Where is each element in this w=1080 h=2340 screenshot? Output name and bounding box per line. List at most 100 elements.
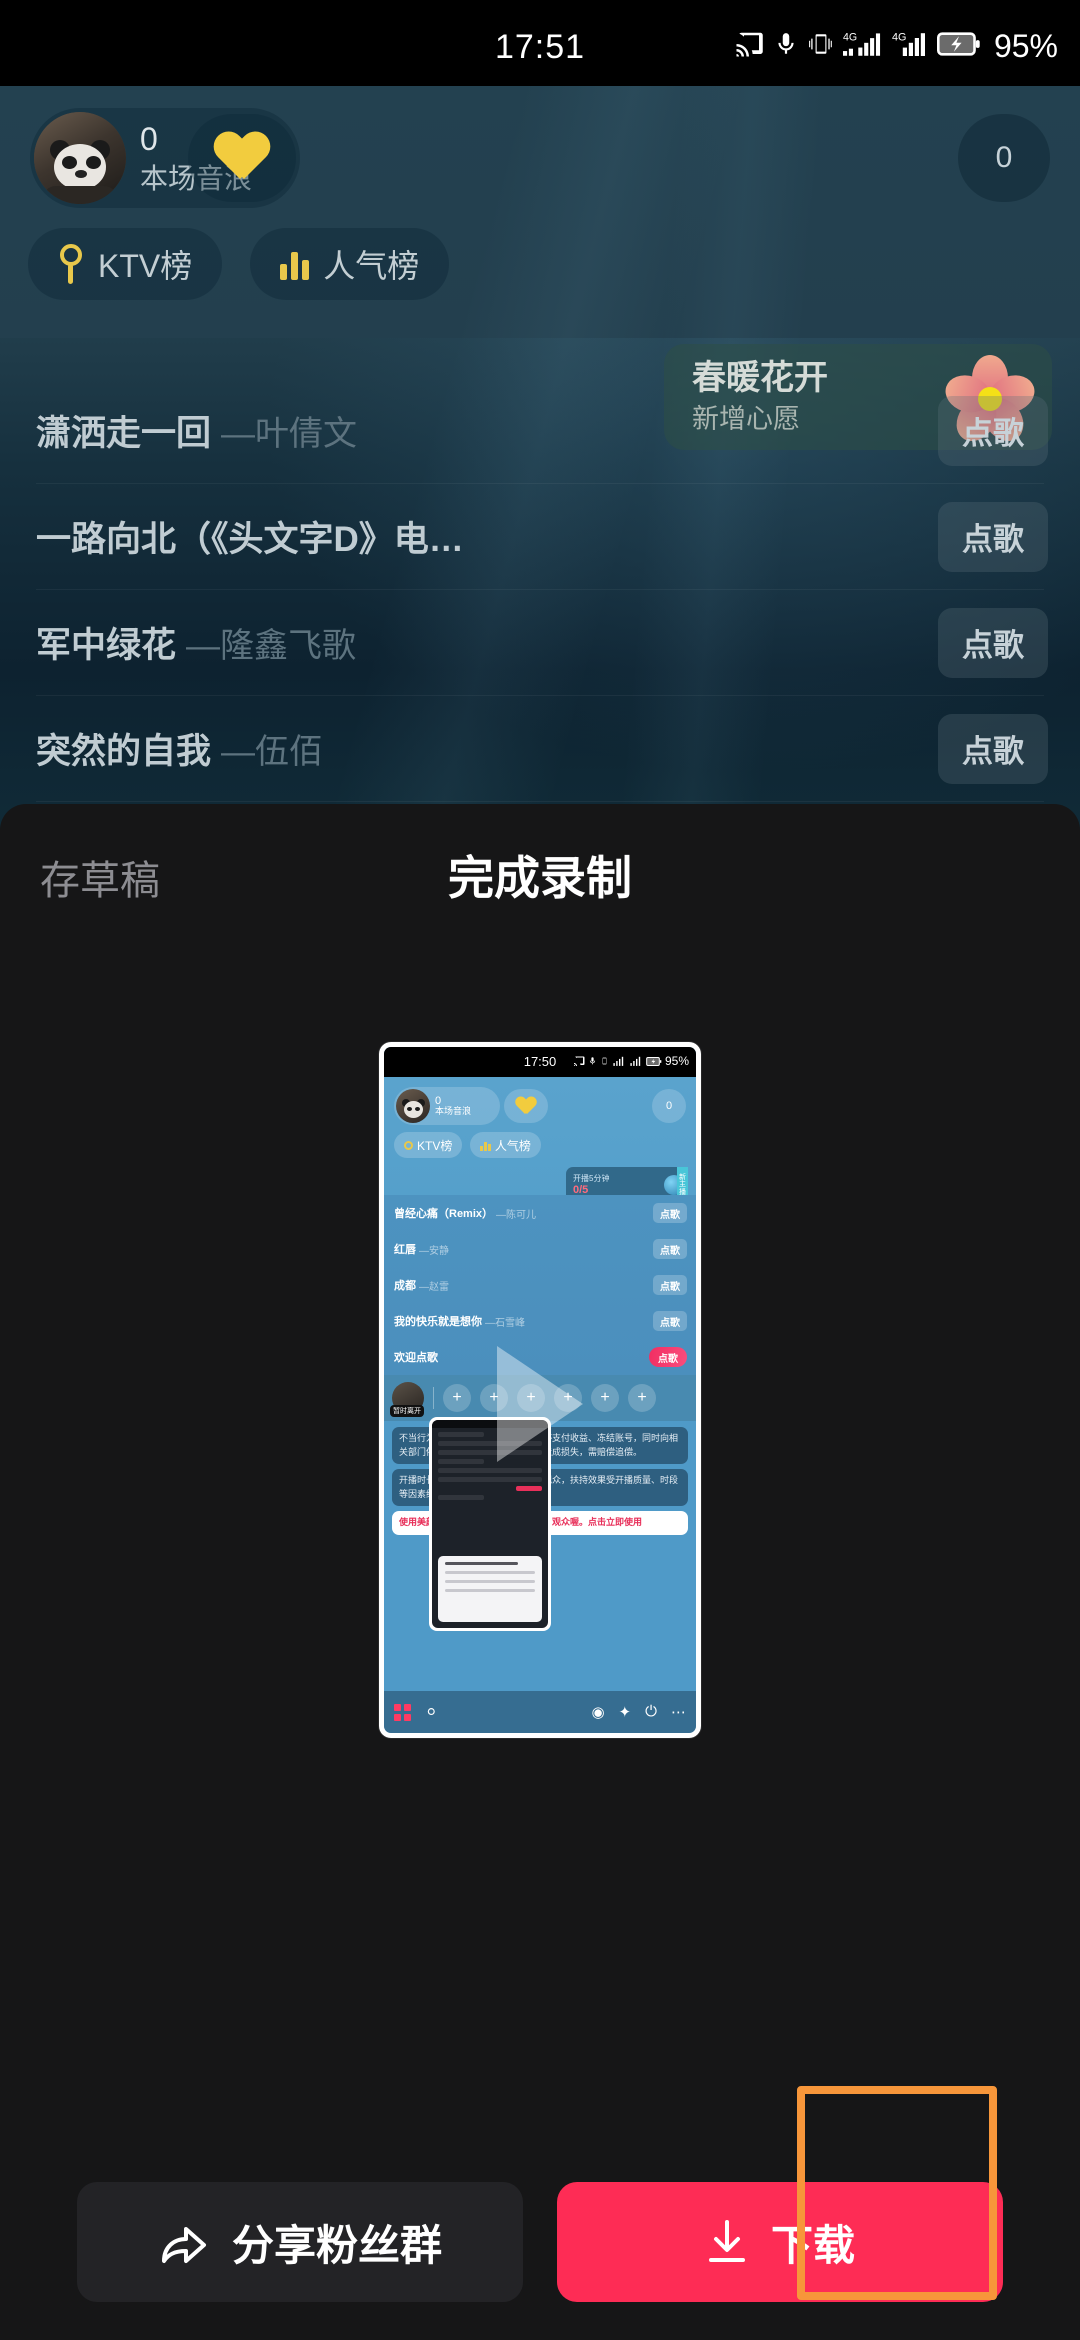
preview-song-name: 欢迎点歌 [394,1352,438,1364]
microphone-icon [589,1057,596,1065]
recording-complete-sheet: 存草稿 完成录制 17:50 95% 0 本场音浪 0 KTV榜 人气榜 开播5… [0,804,1080,2340]
preview-add-seat-icon: + [591,1384,619,1412]
cast-icon [734,29,764,64]
preview-add-seat-icon: + [443,1384,471,1412]
preview-host-pill: 0 本场音浪 [394,1087,500,1125]
microphone-icon [773,29,799,64]
preview-screen: 17:50 95% 0 本场音浪 0 KTV榜 人气榜 开播5分钟 0/5 新主… [384,1047,696,1733]
preview-song-name: 我的快乐就是想你 [394,1316,482,1328]
song-name: 军中绿花 [36,626,177,665]
signal-4g-icon [630,1056,641,1066]
preview-song-row: 红唇 —安静 点歌 [384,1231,696,1267]
video-preview-area: 17:50 95% 0 本场音浪 0 KTV榜 人气榜 开播5分钟 0/5 新主… [0,954,1080,2144]
chip-ktv-rank[interactable]: KTV榜 [28,228,223,300]
download-button[interactable]: 下载 [557,2086,1003,2302]
preview-chip-ktv: KTV榜 [394,1132,463,1158]
preview-song-name: 红唇 [394,1244,416,1256]
bar-chart-icon [480,1140,491,1151]
microphone-icon [58,244,84,284]
preview-song-pick-button: 点歌 [653,1203,687,1223]
preview-self-avatar: 暂时离开 [390,1382,424,1417]
preview-chip-popularity: 人气榜 [470,1132,541,1158]
svg-text:4G: 4G [843,31,857,43]
yellow-heart-icon [516,1097,536,1115]
song-pick-button[interactable]: 点歌 [938,713,1048,784]
cast-icon [573,1056,585,1066]
song-name: 突然的自我 [36,732,212,771]
song-artist: —叶倩文 [221,415,358,453]
song-pick-button[interactable]: 点歌 [938,607,1048,678]
song-pick-button[interactable]: 点歌 [938,395,1048,466]
song-name: 潇洒走一回 [36,414,212,453]
host-earnings-pill[interactable]: 0 本场音浪 [30,108,300,208]
chat-icon: ⚪ [425,1704,438,1721]
rank-chips: KTV榜 人气榜 [28,228,450,300]
battery-charging-icon [936,30,981,63]
panda-avatar[interactable] [34,112,126,204]
play-icon[interactable] [497,1345,583,1462]
preview-song-pick-button-primary: 点歌 [649,1347,687,1367]
preview-status-icons: 95% [573,1054,689,1068]
battery-percent-label: 95% [993,28,1058,64]
microphone-icon [404,1140,413,1150]
preview-viewer-count: 0 [652,1089,686,1123]
more-icon: ⋯ [671,1704,686,1721]
song-artist: —隆鑫飞歌 [186,627,357,665]
preview-song-row: 我的快乐就是想你 —石雪峰 点歌 [384,1303,696,1339]
chip-popularity-rank[interactable]: 人气榜 [250,228,450,300]
preview-bottom-toolbar: ⚪ ◉ ✦ ⏻ ⋯ [384,1691,696,1733]
battery-charging-icon [646,1056,662,1066]
song-row[interactable]: 一路向北（《头文字D》电… 点歌 [0,484,1080,589]
preview-self-status-tag: 暂时离开 [390,1405,424,1417]
grid-icon [394,1703,411,1721]
preview-song-pick-button: 点歌 [653,1275,687,1295]
svg-text:4G: 4G [892,31,906,43]
viewer-count-badge[interactable]: 0 [958,114,1050,202]
preview-song-artist: —安静 [419,1245,449,1257]
chip-label: 人气榜 [323,248,420,284]
divider [433,1387,434,1409]
status-bar: 17:51 4G 4G 95% [0,0,1080,86]
preview-heart-button [504,1089,548,1123]
preview-chip-label: 人气榜 [494,1138,531,1153]
song-row[interactable]: 潇洒走一回 —叶倩文 点歌 [0,378,1080,483]
song-row[interactable]: 突然的自我 —伍佰 点歌 [0,696,1080,801]
power-icon: ⏻ [645,1703,657,1720]
panda-avatar [396,1089,430,1123]
preview-earnings-label: 本场音浪 [435,1106,472,1117]
preview-task-title: 开播5分钟 [573,1174,610,1183]
preview-add-seat-icon: + [628,1384,656,1412]
preview-song-pick-button: 点歌 [653,1311,687,1331]
chip-label: KTV榜 [98,248,193,284]
preview-song-artist: —石雪峰 [485,1317,525,1329]
status-bar-icons: 4G 4G 95% [734,28,1058,65]
song-row[interactable]: 军中绿花 —隆鑫飞歌 点歌 [0,590,1080,695]
preview-song-artist: —赵雷 [419,1281,449,1293]
song-name: 一路向北（《头文字D》电… [36,520,464,559]
preview-song-row: 曾经心痛（Remix） —陈可儿 点歌 [384,1195,696,1231]
song-artist: —伍佰 [221,733,324,771]
download-button-label: 下载 [770,2221,855,2269]
preview-status-bar: 17:50 95% [384,1047,696,1077]
preview-song-pick-button: 点歌 [653,1239,687,1259]
share-to-fan-group-button[interactable]: 分享粉丝群 [77,2182,523,2302]
video-preview-thumbnail[interactable]: 17:50 95% 0 本场音浪 0 KTV榜 人气榜 开播5分钟 0/5 新主… [379,1042,701,1738]
signal-4g-icon [613,1056,624,1066]
preview-song-name: 曾经心痛（Remix） [394,1208,494,1220]
sheet-header: 存草稿 完成录制 [0,804,1080,954]
preview-song-artist: —陈可儿 [496,1209,537,1221]
share-icon [158,2219,210,2265]
vibrate-icon [602,1057,607,1065]
preview-song-name: 成都 [394,1280,416,1292]
magic-wand-icon: ✦ [618,1704,632,1721]
shield-icon: ◉ [591,1704,605,1721]
song-pick-button[interactable]: 点歌 [938,501,1048,572]
preview-battery-percent: 95% [664,1054,689,1068]
preview-top-banner: 0 本场音浪 0 KTV榜 人气榜 开播5分钟 0/5 新主播 [384,1077,696,1203]
heart-button[interactable] [188,114,296,202]
share-button-label: 分享粉丝群 [231,2221,442,2269]
bar-chart-icon [280,248,310,280]
sheet-action-bar: 分享粉丝群 下载 [0,2086,1080,2340]
signal-4g-icon-2: 4G [892,29,928,64]
preview-chip-label: KTV榜 [417,1138,453,1153]
